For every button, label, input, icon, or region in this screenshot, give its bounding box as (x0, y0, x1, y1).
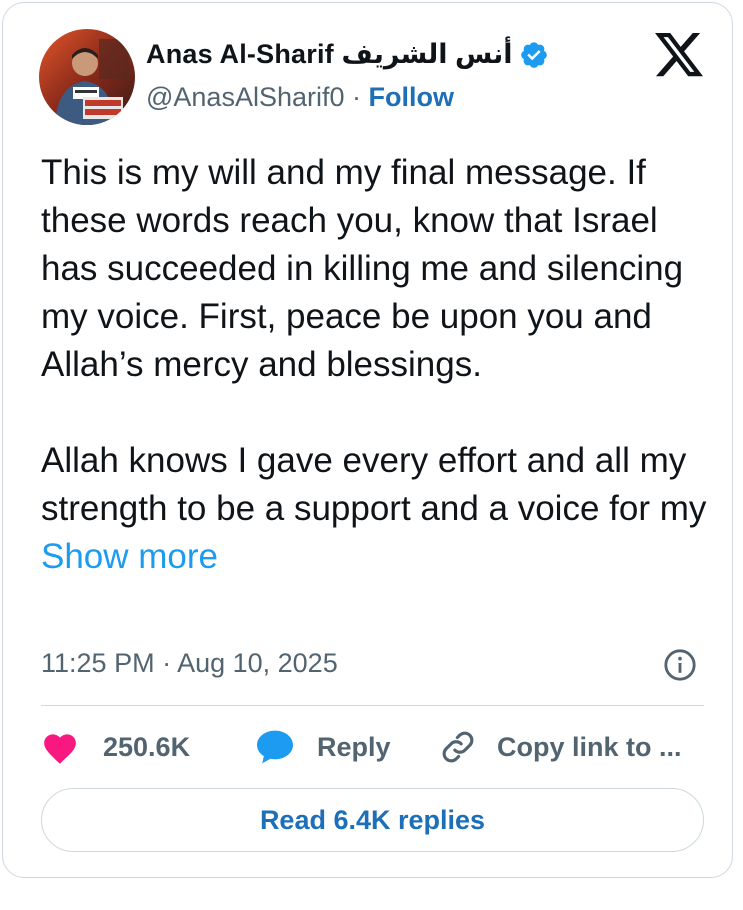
copy-link-button[interactable]: Copy link to ... (439, 725, 682, 769)
tweet-timestamp[interactable]: 11:25 PM · Aug 10, 2025 (41, 648, 338, 679)
tweet-text: This is my will and my final message. If… (41, 149, 721, 581)
handle-separator: · (352, 82, 362, 112)
avatar-photo (39, 29, 135, 125)
author-handle[interactable]: @AnasAlSharif0 (146, 82, 345, 112)
tweet-paragraph-1: This is my will and my final message. If… (41, 153, 684, 384)
show-more-link[interactable]: Show more (41, 537, 218, 576)
info-icon[interactable] (663, 648, 697, 682)
reply-button[interactable]: Reply (255, 725, 391, 769)
tweet-embed-card: Anas Al-Sharif أنس الشريف @AnasAlSharif0… (2, 2, 733, 878)
read-replies-button[interactable]: Read 6.4K replies (41, 788, 704, 852)
author-handle-row: @AnasAlSharif0 · Follow (146, 82, 454, 113)
like-button[interactable]: 250.6K (41, 725, 190, 769)
like-count: 250.6K (103, 731, 191, 762)
author-name-row: Anas Al-Sharif أنس الشريف (146, 39, 549, 70)
divider (41, 705, 704, 706)
speech-bubble-icon (257, 730, 293, 764)
avatar[interactable] (39, 29, 135, 125)
action-bar: 250.6K Reply Copy link to ... (41, 725, 704, 769)
heart-icon (44, 734, 76, 764)
author-display-name[interactable]: Anas Al-Sharif أنس الشريف (146, 39, 513, 70)
link-icon (442, 731, 474, 763)
verified-badge-icon (520, 41, 547, 68)
tweet-paragraph-2: Allah knows I gave every effort and all … (41, 437, 721, 581)
reply-label: Reply (317, 731, 391, 762)
tweet-paragraph-2-text: Allah knows I gave every effort and all … (41, 441, 707, 528)
follow-button[interactable]: Follow (369, 82, 454, 112)
copy-link-label: Copy link to ... (497, 731, 682, 762)
x-logo-icon[interactable] (655, 33, 703, 77)
